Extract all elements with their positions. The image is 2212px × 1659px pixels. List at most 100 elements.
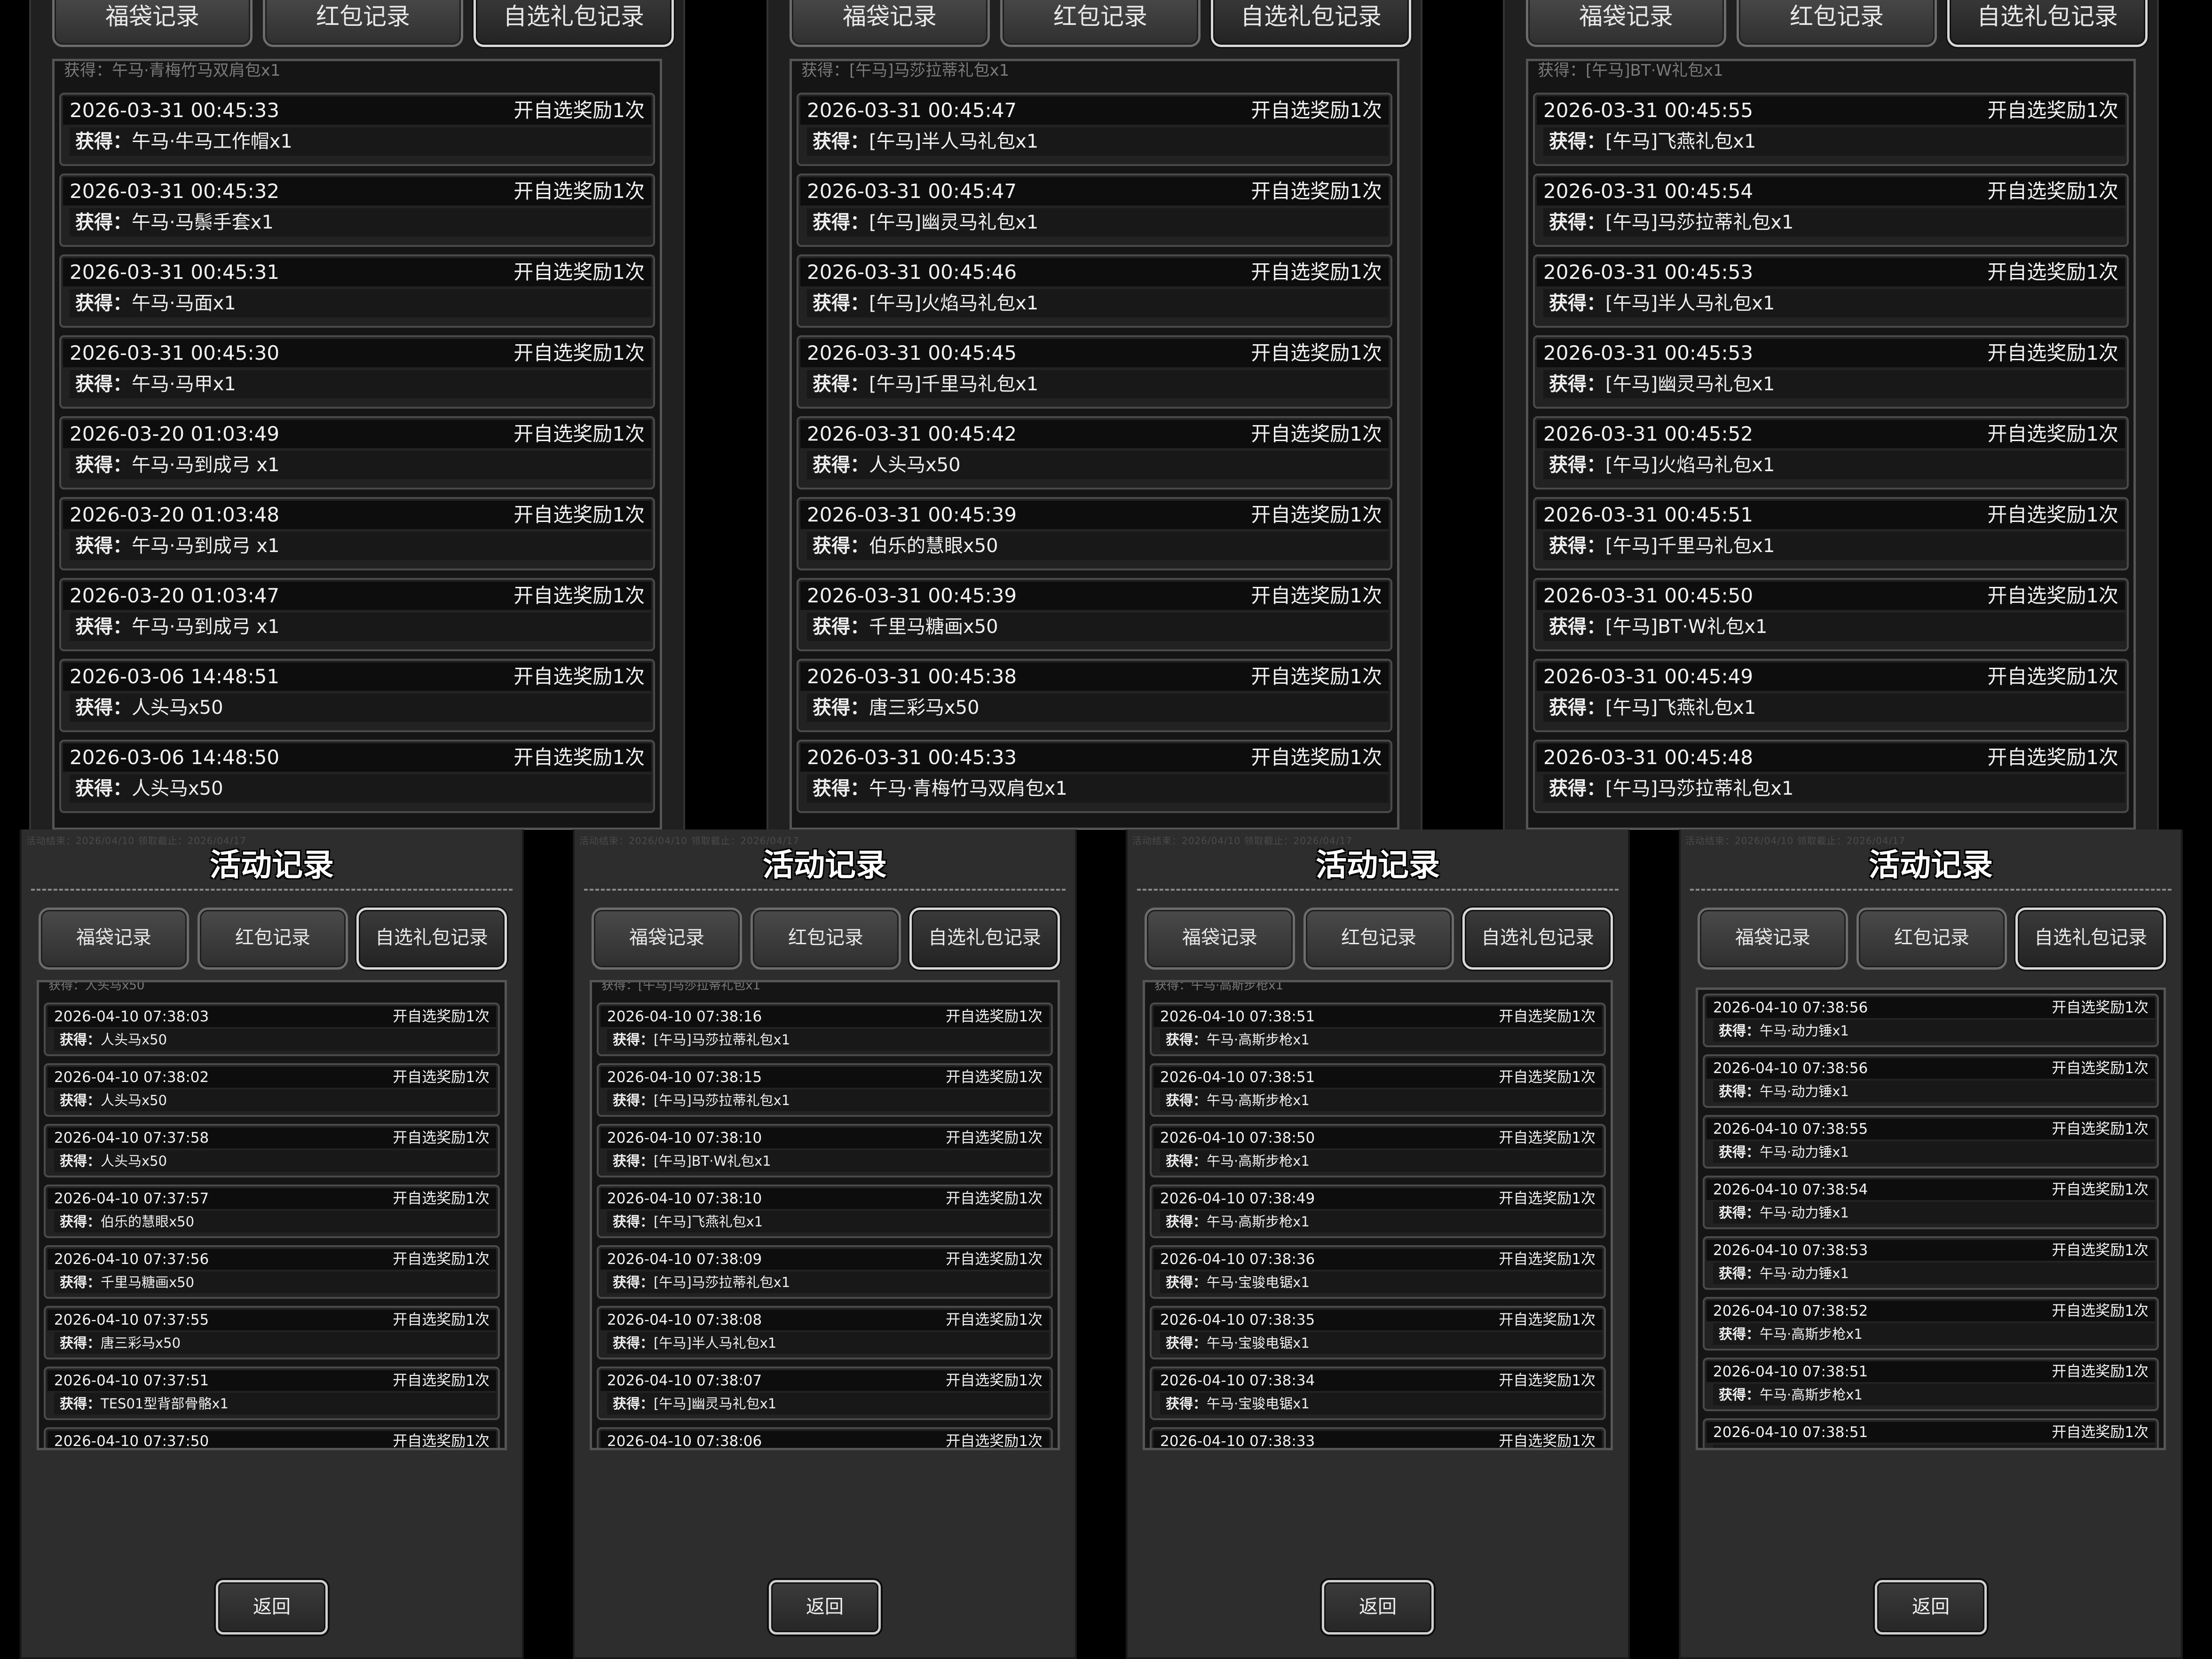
panel-title: 活动记录 xyxy=(1316,847,1440,883)
record-header: 2026-04-10 07:38:06 开自选奖励1次 xyxy=(600,1431,1049,1450)
tab-red-packet-records[interactable]: 红包记录 xyxy=(750,908,901,970)
record-type: 开自选奖励1次 xyxy=(1987,180,2118,203)
record-time: 2026-03-31 00:45:46 xyxy=(807,261,1017,284)
reward-label: 获得： xyxy=(1166,1032,1207,1048)
record-body: 获得：[午马]火焰马礼包x1 xyxy=(807,289,1389,317)
tab-lucky-bag-records[interactable]: 福袋记录 xyxy=(592,908,742,970)
tab-red-packet-records[interactable]: 红包记录 xyxy=(1000,0,1201,47)
reward-item: 午马·宝骏电锯x1 xyxy=(1207,1274,1310,1290)
reward-label: 获得： xyxy=(813,131,869,152)
back-button[interactable]: 返回 xyxy=(769,1580,881,1635)
tab-gift-pack-records[interactable]: 自选礼包记录 xyxy=(1462,908,1613,970)
record-reward: 获得：TES01型背部骨骼x1 xyxy=(60,1393,229,1414)
record-tabs: 福袋记录 红包记录 自选礼包记录 xyxy=(52,0,684,47)
record-type: 开自选奖励1次 xyxy=(2052,1242,2149,1259)
record-list[interactable]: 获得：[午马]马莎拉蒂礼包x1 2026-03-31 00:45:47 开自选奖励1… xyxy=(790,59,1399,830)
record-type: 开自选奖励1次 xyxy=(1499,1433,1596,1450)
record-item: 2026-04-10 07:38:34 开自选奖励1次 获得：午马·宝骏电锯x1 xyxy=(1150,1367,1606,1420)
reward-label: 获得： xyxy=(1719,1265,1760,1281)
tab-lucky-bag-records[interactable]: 福袋记录 xyxy=(1145,908,1295,970)
reward-label: 获得： xyxy=(1719,1447,1760,1448)
record-body: 获得：午马·高斯步枪x1 xyxy=(1713,1445,2155,1448)
back-button[interactable]: 返回 xyxy=(1322,1580,1434,1635)
record-header: 2026-03-31 00:45:48 开自选奖励1次 xyxy=(1537,743,2125,772)
tab-lucky-bag-records[interactable]: 福袋记录 xyxy=(39,908,189,970)
record-body: 获得：人头马x50 xyxy=(54,1150,496,1172)
reward-label: 获得： xyxy=(613,1092,654,1108)
panel-header: 活动结束：2026/04/10 领取截止：2026/04/17 活动记录 xyxy=(1128,830,1628,893)
tab-red-packet-records[interactable]: 红包记录 xyxy=(1856,908,2007,970)
record-list[interactable]: 获得：午马·青梅竹马双肩包x1 2026-03-31 00:45:33 开自选奖励1… xyxy=(52,59,662,830)
record-list[interactable]: 获得：午马·高斯步枪x1 2026-04-10 07:38:51 开自选奖励1次 获得… xyxy=(1143,980,1613,1450)
tab-lucky-bag-records[interactable]: 福袋记录 xyxy=(1698,908,1848,970)
record-time: 2026-04-10 07:38:55 xyxy=(1713,1121,1868,1138)
record-list[interactable]: 2026-04-10 07:38:56 开自选奖励1次 获得：午马·动力锤x1 202… xyxy=(1696,988,2166,1450)
record-body: 获得：[午马]飞燕礼包x1 xyxy=(607,1211,1049,1232)
tab-red-packet-records[interactable]: 红包记录 xyxy=(263,0,463,47)
tab-lucky-bag-records[interactable]: 福袋记录 xyxy=(790,0,990,47)
record-item: 2026-03-31 00:45:33 开自选奖励1次 获得：午马·青梅竹马双肩包x… xyxy=(797,740,1392,813)
record-item: 2026-03-31 00:45:53 开自选奖励1次 获得：[午马]半人马礼包x1 xyxy=(1533,254,2129,328)
record-reward: 获得：午马·马甲x1 xyxy=(75,370,236,398)
tab-lucky-bag-records[interactable]: 福袋记录 xyxy=(1526,0,1726,47)
record-reward: 获得：午马·动力锤x1 xyxy=(1719,1020,1849,1042)
record-body: 获得：午马·高斯步枪x1 xyxy=(1160,1150,1602,1172)
record-reward: 获得：[午马]马莎拉蒂礼包x1 xyxy=(613,1272,790,1293)
tab-gift-pack-records[interactable]: 自选礼包记录 xyxy=(1211,0,1411,47)
record-time: 2026-04-10 07:38:15 xyxy=(607,1069,762,1086)
tab-gift-pack-records[interactable]: 自选礼包记录 xyxy=(356,908,507,970)
reward-label: 获得： xyxy=(813,616,869,638)
record-list[interactable]: 获得：人头马x50 2026-04-10 07:38:03 开自选奖励1次 获得：人头… xyxy=(37,980,507,1450)
tab-gift-pack-records[interactable]: 自选礼包记录 xyxy=(1947,0,2148,47)
reward-label: 获得： xyxy=(813,697,869,719)
tab-gift-pack-records[interactable]: 自选礼包记录 xyxy=(2015,908,2166,970)
record-header: 2026-04-10 07:38:08 开自选奖励1次 xyxy=(600,1310,1049,1330)
tab-gift-pack-records[interactable]: 自选礼包记录 xyxy=(474,0,674,47)
record-header: 2026-03-06 14:48:51 开自选奖励1次 xyxy=(63,663,651,691)
reward-item: [午马]飞燕礼包x1 xyxy=(654,1214,763,1230)
record-type: 开自选奖励1次 xyxy=(1499,1008,1596,1025)
reward-label: 获得： xyxy=(813,535,869,557)
record-time: 2026-04-10 07:38:50 xyxy=(1160,1130,1315,1146)
reward-item: 人头马x50 xyxy=(101,1092,167,1108)
record-body: 获得：人头马x50 xyxy=(54,1090,496,1111)
record-reward: 获得：[午马]飞燕礼包x1 xyxy=(1549,694,1756,722)
tab-red-packet-records[interactable]: 红包记录 xyxy=(1304,908,1454,970)
tab-red-packet-records[interactable]: 红包记录 xyxy=(198,908,348,970)
panel-title: 活动记录 xyxy=(210,847,334,883)
record-tabs: 福袋记录 红包记录 自选礼包记录 xyxy=(1526,0,2158,47)
record-item: 2026-04-10 07:38:56 开自选奖励1次 获得：午马·动力锤x1 xyxy=(1703,994,2159,1047)
record-time: 2026-04-10 07:38:33 xyxy=(1160,1433,1315,1450)
reward-item: [午马]BT·W礼包x1 xyxy=(654,1153,771,1169)
record-item: 2026-04-10 07:37:57 开自选奖励1次 获得：伯乐的慧眼x50 xyxy=(44,1185,500,1238)
record-item: 2026-04-10 07:38:54 开自选奖励1次 获得：午马·动力锤x1 xyxy=(1703,1176,2159,1229)
record-time: 2026-04-10 07:38:56 xyxy=(1713,1060,1868,1077)
panel-header: 活动结束：2026/04/10 领取截止：2026/04/17 活动记录 xyxy=(1681,830,2181,893)
record-item: 2026-04-10 07:37:55 开自选奖励1次 获得：唐三彩马x50 xyxy=(44,1306,500,1359)
record-time: 2026-04-10 07:38:56 xyxy=(1713,999,1868,1016)
record-body: 获得：[午马]马莎拉蒂礼包x1 xyxy=(1543,774,2125,803)
reward-item: 唐三彩马x50 xyxy=(869,697,980,719)
record-body: 获得：午马·马到成弓 x1 xyxy=(70,532,651,560)
tab-lucky-bag-records[interactable]: 福袋记录 xyxy=(52,0,253,47)
record-header: 2026-03-06 14:48:50 开自选奖励1次 xyxy=(63,743,651,772)
record-header: 2026-04-10 07:38:15 开自选奖励1次 xyxy=(600,1067,1049,1088)
record-reward: 获得：人头马x50 xyxy=(60,1090,167,1111)
record-list[interactable]: 获得：[午马]BT·W礼包x1 2026-03-31 00:45:55 开自选奖励1… xyxy=(1526,59,2136,830)
reward-label: 获得： xyxy=(60,1092,101,1108)
record-time: 2026-03-31 00:45:52 xyxy=(1543,422,1754,445)
record-list[interactable]: 获得：[午马]马莎拉蒂礼包x1 2026-04-10 07:38:16 开自选奖励1… xyxy=(590,980,1060,1450)
record-time: 2026-04-10 07:38:06 xyxy=(607,1433,762,1450)
record-item: 2026-04-10 07:38:10 开自选奖励1次 获得：[午马]飞燕礼包x1 xyxy=(597,1185,1053,1238)
tab-red-packet-records[interactable]: 红包记录 xyxy=(1737,0,1937,47)
record-type: 开自选奖励1次 xyxy=(946,1130,1043,1146)
record-body: 获得：人头马x50 xyxy=(54,1029,496,1051)
tab-gift-pack-records[interactable]: 自选礼包记录 xyxy=(909,908,1060,970)
record-header: 2026-04-10 07:38:49 开自选奖励1次 xyxy=(1153,1188,1602,1209)
record-type: 开自选奖励1次 xyxy=(393,1372,490,1389)
record-reward: 获得：午马·动力锤x1 xyxy=(1719,1081,1849,1102)
back-button[interactable]: 返回 xyxy=(216,1580,328,1635)
back-button[interactable]: 返回 xyxy=(1875,1580,1987,1635)
record-body: 获得：午马·高斯步枪x1 xyxy=(1160,1029,1602,1051)
record-header: 2026-03-20 01:03:47 开自选奖励1次 xyxy=(63,582,651,610)
